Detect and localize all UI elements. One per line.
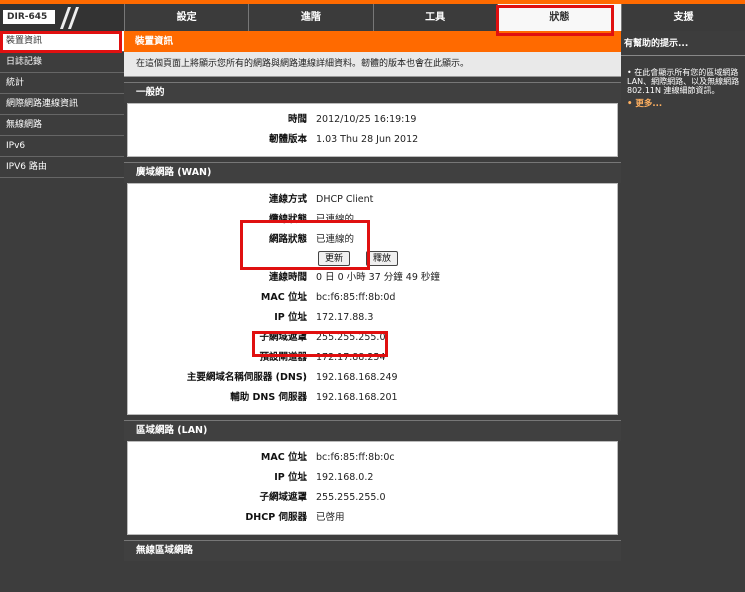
gateway-value: 172.17.88.254 — [316, 352, 386, 363]
row-primary-dns: 主要網域名稱伺服器 (DNS) : 192.168.168.249 — [128, 368, 617, 388]
uptime-label: 連線時間 — [268, 272, 307, 283]
network-status-label: 網路狀態 — [268, 234, 307, 245]
sidebar-item-internet-sessions[interactable]: 網際網路連線資訊 — [0, 94, 124, 115]
lan-ip-value: 192.168.0.2 — [316, 472, 374, 483]
row-wan-mask: 子網域遮罩 : 255.255.255.0 — [128, 328, 617, 348]
tab-setup[interactable]: 設定 — [124, 4, 249, 31]
sidebar: 裝置資訊 日誌記錄 統計 網際網路連線資訊 無線網路 IPv6 IPV6 路由 — [0, 31, 124, 592]
row-connection-type: 連線方式 : DHCP Client — [128, 190, 617, 210]
lan-mac-value: bc:f6:85:ff:8b:0c — [316, 452, 395, 463]
help-text: • 在此會顯示所有您的區域網路 LAN、網際網路、以及無線網路 802.11N … — [627, 68, 740, 95]
section-title: 區域網路 (LAN) — [124, 420, 621, 441]
primary-dns-value: 192.168.168.249 — [316, 372, 398, 383]
secondary-dns-label: 輔助 DNS 伺服器 — [230, 392, 307, 403]
sidebar-item-statistics[interactable]: 統計 — [0, 73, 124, 94]
row-dhcp-server: DHCP 伺服器 : 已啓用 — [128, 508, 617, 528]
tab-support[interactable]: 支援 — [621, 4, 745, 31]
section-body: 連線方式 : DHCP Client 纜線狀態 : 已連線的 網路狀態 : 已連… — [127, 183, 618, 415]
wan-mac-label: MAC 位址 — [260, 292, 307, 303]
section-general: 一般的 時間 : 2012/10/25 16:19:19 韌體版本 : 1.03… — [124, 82, 621, 157]
row-lan-mac: MAC 位址 : bc:f6:85:ff:8b:0c — [128, 448, 617, 468]
row-firmware: 韌體版本 : 1.03 Thu 28 Jun 2012 — [128, 130, 617, 150]
sidebar-item-logs[interactable]: 日誌記錄 — [0, 52, 124, 73]
lan-mac-label: MAC 位址 — [260, 452, 307, 463]
section-body: MAC 位址 : bc:f6:85:ff:8b:0c IP 位址 : 192.1… — [127, 441, 618, 535]
section-lan: 區域網路 (LAN) MAC 位址 : bc:f6:85:ff:8b:0c IP… — [124, 420, 621, 535]
section-wlan: 無線區域網路 — [124, 540, 621, 561]
row-lan-mask: 子網域遮罩 : 255.255.255.0 — [128, 488, 617, 508]
row-uptime: 連線時間 : 0 日 0 小時 37 分鐘 49 秒鐘 — [128, 268, 617, 288]
help-divider — [621, 55, 745, 56]
gateway-label: 預設閘道器 — [259, 352, 307, 363]
tab-tools[interactable]: 工具 — [372, 4, 497, 31]
connection-type-value: DHCP Client — [316, 194, 374, 205]
wan-mac-value: bc:f6:85:ff:8b:0d — [316, 292, 396, 303]
help-panel: 有幫助的提示... • 在此會顯示所有您的區域網路 LAN、網際網路、以及無線網… — [621, 31, 745, 592]
logo: DIR-645 — [0, 4, 124, 31]
renew-button[interactable]: 更新 — [318, 251, 351, 266]
wan-ip-value: 172.17.88.3 — [316, 312, 374, 323]
section-wan: 廣域網路 (WAN) 連線方式 : DHCP Client 纜線狀態 : 已連線… — [124, 162, 621, 415]
dhcp-buttons: 更新 釋放 — [128, 250, 617, 268]
lan-mask-value: 255.255.255.0 — [316, 492, 386, 503]
model-label: DIR-645 — [3, 10, 55, 24]
tab-advanced[interactable]: 進階 — [248, 4, 373, 31]
row-secondary-dns: 輔助 DNS 伺服器 : 192.168.168.201 — [128, 388, 617, 408]
sidebar-item-ipv6-routing[interactable]: IPV6 路由 — [0, 157, 124, 178]
row-lan-ip: IP 位址 : 192.168.0.2 — [128, 468, 617, 488]
row-wan-ip: IP 位址 : 172.17.88.3 — [128, 308, 617, 328]
firmware-label: 韌體版本 — [268, 134, 307, 145]
cable-status-value: 已連線的 — [316, 214, 355, 225]
page-intro: 在這個頁面上將顯示您所有的網路與網路連線詳細資料。韌體的版本也會在此顯示。 — [124, 52, 621, 77]
main-tabs: 設定 進階 工具 狀態 — [124, 4, 621, 31]
firmware-value: 1.03 Thu 28 Jun 2012 — [316, 134, 419, 145]
time-value: 2012/10/25 16:19:19 — [316, 114, 417, 125]
cable-status-label: 纜線狀態 — [268, 214, 307, 225]
page-title: 裝置資訊 — [124, 31, 621, 52]
row-network-status: 網路狀態 : 已連線的 — [128, 230, 617, 250]
section-title: 廣域網路 (WAN) — [124, 162, 621, 183]
connection-type-label: 連線方式 — [268, 194, 307, 205]
row-wan-mac: MAC 位址 : bc:f6:85:ff:8b:0d — [128, 288, 617, 308]
row-time: 時間 : 2012/10/25 16:19:19 — [128, 110, 617, 130]
wan-mask-value: 255.255.255.0 — [316, 332, 386, 343]
secondary-dns-value: 192.168.168.201 — [316, 392, 398, 403]
help-more-link[interactable]: • 更多... — [621, 97, 745, 109]
network-status-value: 已連線的 — [316, 234, 355, 245]
row-gateway: 預設閘道器 : 172.17.88.254 — [128, 348, 617, 368]
uptime-value: 0 日 0 小時 37 分鐘 49 秒鐘 — [316, 272, 440, 283]
sidebar-item-ipv6[interactable]: IPv6 — [0, 136, 124, 157]
section-title: 無線區域網路 — [124, 540, 621, 561]
section-title: 一般的 — [124, 82, 621, 103]
help-title: 有幫助的提示... — [624, 39, 689, 49]
row-cable-status: 纜線狀態 : 已連線的 — [128, 210, 617, 230]
dhcp-server-label: DHCP 伺服器 — [245, 512, 307, 523]
wan-mask-label: 子網域遮罩 — [259, 332, 307, 343]
primary-dns-label: 主要網域名稱伺服器 (DNS) — [186, 372, 307, 383]
section-body: 時間 : 2012/10/25 16:19:19 韌體版本 : 1.03 Thu… — [127, 103, 618, 157]
lan-mask-label: 子網域遮罩 — [259, 492, 307, 503]
sidebar-item-wireless[interactable]: 無線網路 — [0, 115, 124, 136]
release-button[interactable]: 釋放 — [366, 251, 399, 266]
dhcp-server-value: 已啓用 — [316, 512, 345, 523]
tab-status[interactable]: 狀態 — [496, 4, 621, 31]
main-content: 裝置資訊 在這個頁面上將顯示您所有的網路與網路連線詳細資料。韌體的版本也會在此顯… — [124, 31, 621, 592]
sidebar-item-device-info[interactable]: 裝置資訊 — [0, 31, 124, 52]
